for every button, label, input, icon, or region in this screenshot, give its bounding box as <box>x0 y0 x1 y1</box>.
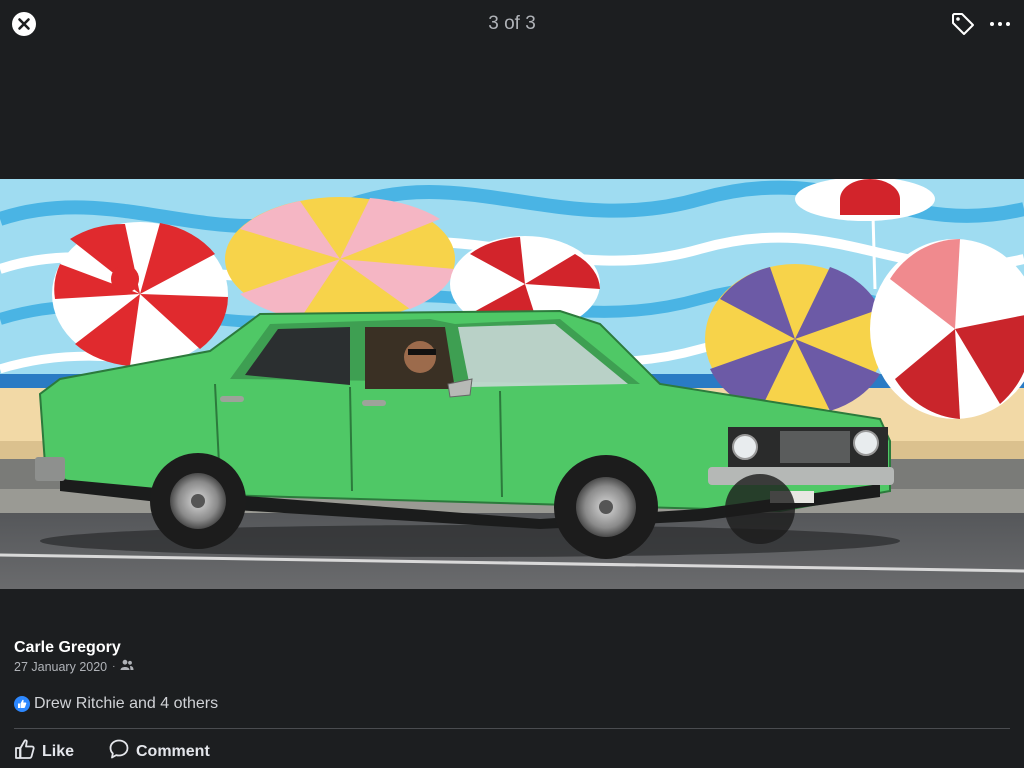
friends-icon <box>120 659 134 674</box>
comment-label: Comment <box>136 742 210 760</box>
reactions-summary[interactable]: Drew Ritchie and 4 others <box>14 695 218 713</box>
green-car-photo <box>0 179 1024 589</box>
like-button[interactable]: Like <box>14 738 74 765</box>
comment-icon <box>108 738 130 765</box>
tag-icon[interactable] <box>950 11 976 37</box>
like-reaction-icon <box>14 696 30 712</box>
like-label: Like <box>42 742 75 760</box>
post-meta: 27 January 2020 · <box>14 659 134 674</box>
author-name[interactable]: Carle Gregory <box>14 639 121 657</box>
photo <box>0 179 1024 589</box>
footer-divider <box>14 728 1010 729</box>
photo-counter: 3 of 3 <box>488 13 536 34</box>
post-footer: Carle Gregory 27 January 2020 · Drew Rit… <box>0 628 1024 768</box>
reactions-text: Drew Ritchie and 4 others <box>34 695 219 712</box>
viewer-top-bar: 3 of 3 <box>0 0 1024 48</box>
thumbs-up-icon <box>14 738 36 765</box>
meta-separator: · <box>112 661 116 672</box>
post-date[interactable]: 27 January 2020 <box>14 660 107 674</box>
more-options-icon[interactable] <box>988 13 1012 35</box>
comment-button[interactable]: Comment <box>108 738 210 765</box>
